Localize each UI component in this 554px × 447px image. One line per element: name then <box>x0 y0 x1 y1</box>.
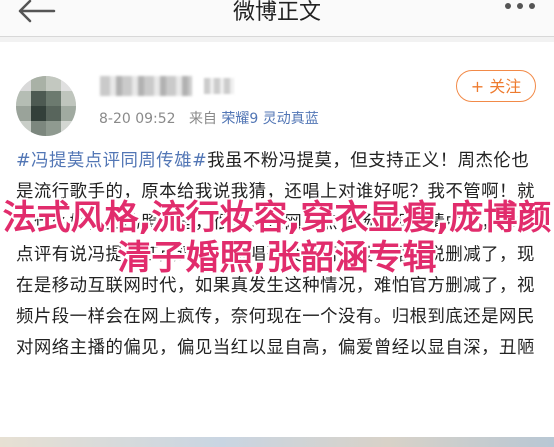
post-time: 8-20 09:52 <box>99 111 176 127</box>
topic-hashtag[interactable]: #冯提莫点评同周传雄# <box>16 151 207 171</box>
source-prefix: 来自 <box>188 111 217 127</box>
follow-button[interactable]: + 关注 <box>456 70 536 102</box>
post-card: 8-20 09:52 来自 荣耀9 灵动真蓝 + 关注 #冯提莫点评同周传雄#我… <box>0 42 554 447</box>
avatar[interactable] <box>16 76 76 136</box>
overlay-watermark-text: 法式风格,流行妆容,穿衣显瘦,庞博颜清子婚照,张韶涵专辑 <box>2 198 552 278</box>
image-preview-strip[interactable] <box>0 437 554 447</box>
page-title: 微博正文 <box>232 0 321 25</box>
username-blurred[interactable] <box>100 76 192 96</box>
user-badge-icon <box>204 78 234 94</box>
post-meta: 8-20 09:52 来自 荣耀9 灵动真蓝 <box>99 108 319 128</box>
top-navigation-bar: 微博正文 <box>0 0 554 37</box>
more-dots-icon <box>505 3 535 9</box>
more-button[interactable] <box>500 0 540 22</box>
post-source[interactable]: 荣耀9 灵动真蓝 <box>221 111 318 127</box>
